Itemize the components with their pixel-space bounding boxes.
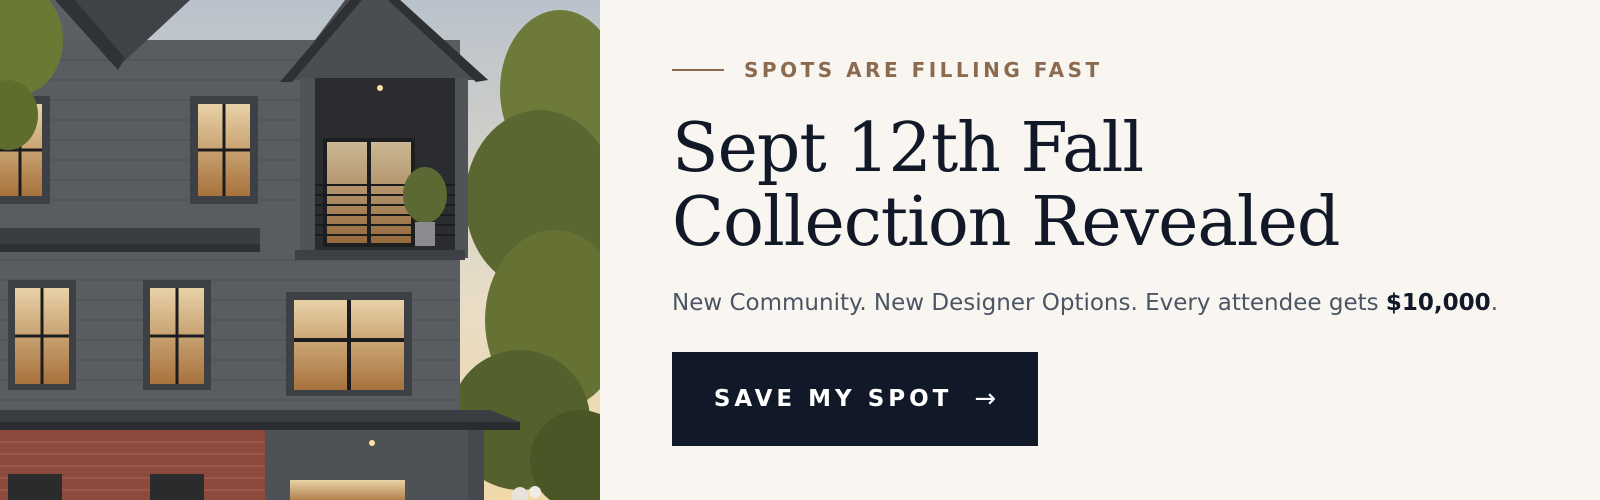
subheadline-text: New Community. New Designer Options. Eve… xyxy=(672,290,1386,316)
save-my-spot-label: SAVE MY SPOT xyxy=(713,386,953,412)
save-my-spot-button[interactable]: SAVE MY SPOT → xyxy=(672,352,1038,446)
arrow-right-icon: → xyxy=(974,384,997,414)
subheadline: New Community. New Designer Options. Eve… xyxy=(672,290,1498,316)
event-banner: SPOTS ARE FILLING FAST Sept 12th Fall Co… xyxy=(0,0,1600,500)
page-title: Sept 12th Fall Collection Revealed xyxy=(672,109,1340,262)
hero-content: SPOTS ARE FILLING FAST Sept 12th Fall Co… xyxy=(600,0,1600,500)
eyebrow: SPOTS ARE FILLING FAST xyxy=(672,58,1103,82)
eyebrow-text: SPOTS ARE FILLING FAST xyxy=(744,58,1103,82)
eyebrow-divider xyxy=(672,69,724,71)
house-photo xyxy=(0,0,600,500)
incentive-amount: $10,000 xyxy=(1385,290,1491,316)
subheadline-end: . xyxy=(1490,290,1498,316)
